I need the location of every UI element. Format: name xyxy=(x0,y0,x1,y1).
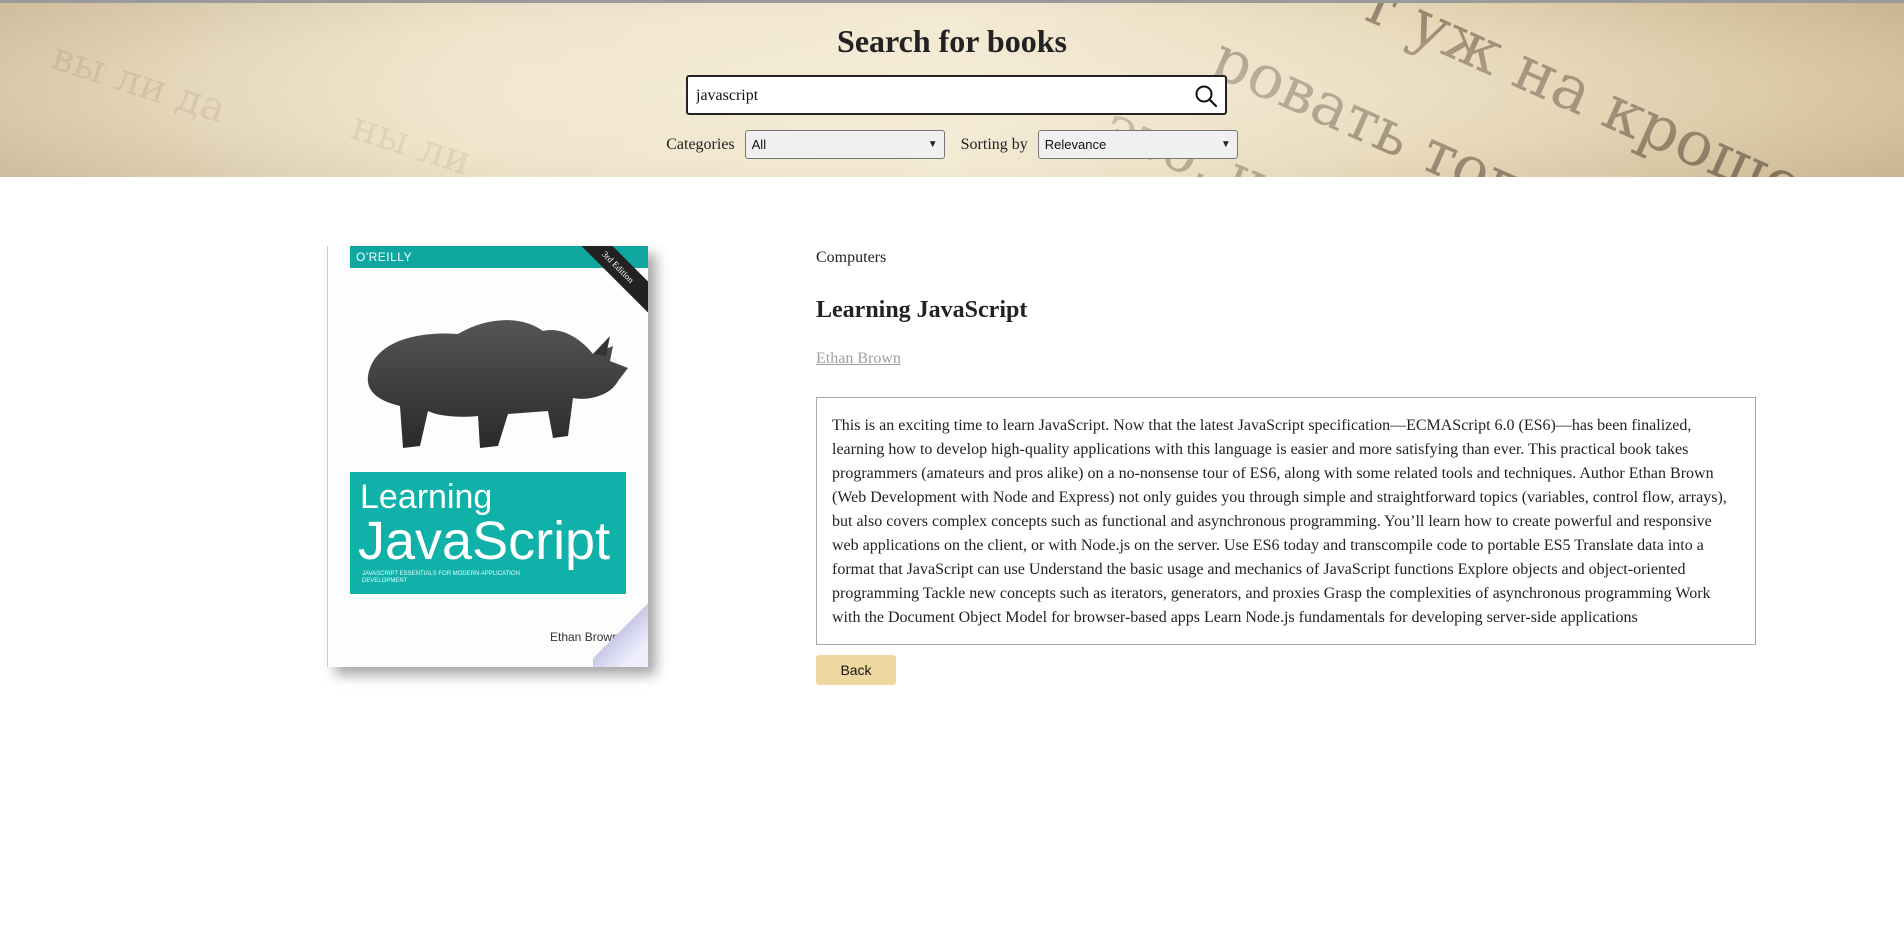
categories-selected-value: All xyxy=(751,137,767,152)
search-button[interactable] xyxy=(1191,81,1221,111)
book-category: Computers xyxy=(816,249,887,266)
page-title: Search for books xyxy=(837,23,1067,59)
categories-select[interactable]: All ▼ xyxy=(744,130,945,159)
search-icon xyxy=(1195,85,1218,108)
book-title: Learning JavaScript xyxy=(816,297,1028,323)
back-button[interactable]: Back xyxy=(816,655,896,685)
chevron-down-icon: ▼ xyxy=(1220,139,1231,150)
sorting-label: Sorting by xyxy=(960,135,1028,153)
cover-publisher: O'REILLY xyxy=(356,250,413,264)
rhinoceros-illustration xyxy=(367,320,628,448)
book-cover-image: O'REILLY 3rd Edition Learning JavaScript… xyxy=(327,246,648,667)
cover-title-line2: JavaScript xyxy=(358,511,611,571)
chevron-down-icon: ▼ xyxy=(927,139,938,150)
categories-label: Categories xyxy=(666,135,735,153)
search-input[interactable] xyxy=(694,79,1178,113)
cover-subtitle: JAVASCRIPT ESSENTIALS FOR MODERN APPLICA… xyxy=(362,571,520,584)
book-author-link[interactable]: Ethan Brown xyxy=(816,350,901,368)
book-description: This is an exciting time to learn JavaSc… xyxy=(816,397,1756,645)
search-box xyxy=(686,75,1227,115)
search-header: т уж на кроше ровать того места, это, н … xyxy=(0,0,1904,177)
sorting-select[interactable]: Relevance ▼ xyxy=(1037,130,1238,159)
sorting-selected-value: Relevance xyxy=(1044,137,1107,152)
filters-row: Categories All ▼ Sorting by Relevance ▼ xyxy=(0,130,1904,159)
